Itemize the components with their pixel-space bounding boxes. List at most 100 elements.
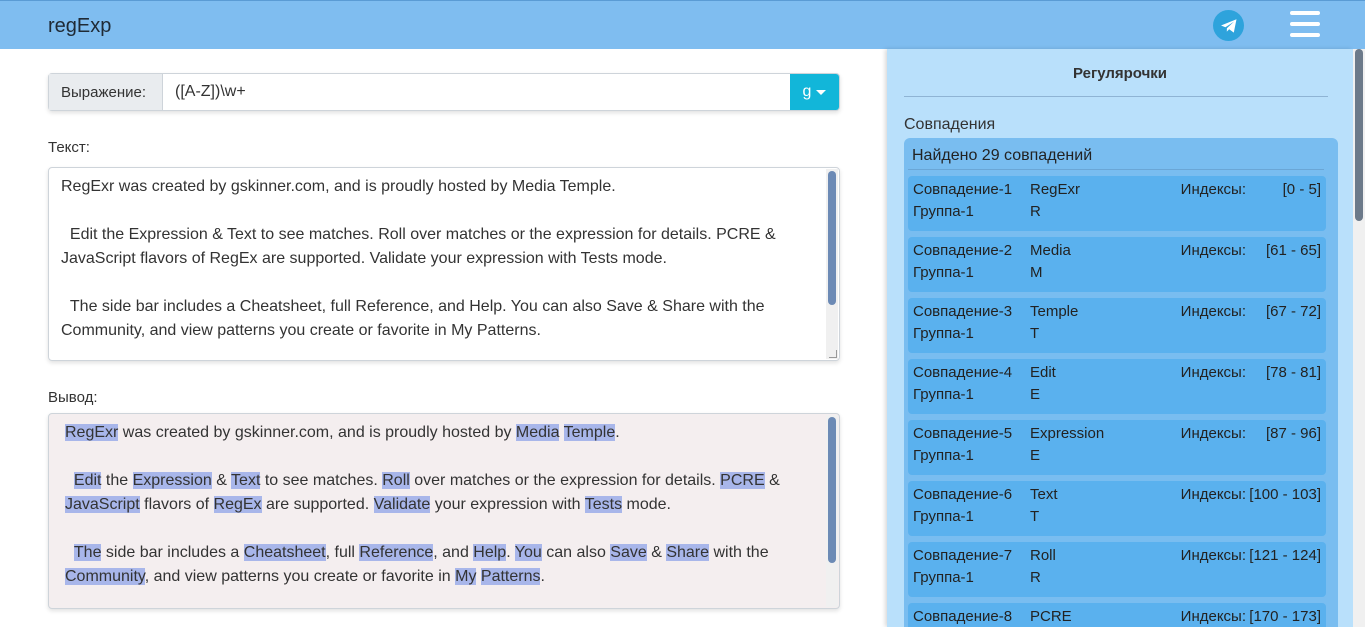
match-group-label: Группа-1 — [913, 203, 974, 220]
match-name: Совпадение-4 — [913, 364, 1013, 381]
telegram-icon[interactable] — [1213, 10, 1244, 41]
match-highlight[interactable]: JavaScript — [65, 496, 140, 513]
expression-input[interactable] — [163, 74, 790, 110]
match-value: Expression — [1030, 425, 1105, 442]
hamburger-menu-icon[interactable] — [1290, 11, 1320, 37]
matches-list[interactable]: Найдено 29 совпадений Совпадение-1 Группа… — [904, 138, 1338, 627]
match-group-label: Группа-1 — [913, 508, 974, 525]
match-highlight[interactable]: Media — [515, 424, 560, 441]
match-highlight[interactable]: Tests — [584, 496, 623, 513]
text-input-area[interactable]: RegExr was created by gskinner.com, and … — [48, 167, 840, 361]
match-index-label: Индексы: — [1180, 608, 1246, 625]
match-name: Совпадение-5 — [913, 425, 1013, 442]
match-index-range: [78 - 81] — [1265, 364, 1321, 381]
match-highlight[interactable]: Expression — [132, 472, 212, 489]
match-group-value: R — [1030, 203, 1041, 220]
flags-dropdown-button[interactable]: g — [790, 74, 839, 110]
match-highlight[interactable]: My — [455, 568, 477, 585]
match-highlight[interactable]: Roll — [382, 472, 410, 489]
telegram-plane-glyph — [1220, 18, 1236, 33]
match-value: PCRE — [1030, 608, 1072, 625]
match-highlight[interactable]: Save — [610, 544, 647, 561]
match-index-label: Индексы: — [1180, 303, 1246, 320]
match-highlight[interactable]: Temple — [563, 424, 616, 441]
expression-label: Выражение: — [49, 74, 163, 110]
match-group-value: E — [1030, 447, 1041, 464]
match-highlight[interactable]: PCRE — [720, 472, 765, 489]
match-value: Edit — [1030, 364, 1056, 381]
text-scrollbar[interactable] — [826, 169, 838, 359]
text-paragraph-3: The side bar includes a Cheatsheet, full… — [61, 298, 769, 339]
match-highlight[interactable]: Edit — [73, 472, 102, 489]
match-highlight[interactable]: Patterns — [480, 568, 541, 585]
text-label: Текст: — [48, 139, 90, 156]
match-name: Совпадение-2 — [913, 242, 1013, 259]
match-card[interactable]: Совпадение-4 Группа-1 Edit E Индексы: [78 - 8… — [908, 359, 1326, 414]
match-value: Text — [1030, 486, 1058, 503]
match-index-label: Индексы: — [1180, 486, 1246, 503]
match-name: Совпадение-3 — [913, 303, 1013, 320]
match-group-value: R — [1030, 569, 1041, 586]
match-index-label: Индексы: — [1180, 242, 1246, 259]
match-card[interactable]: Совпадение-5 Группа-1 Expression E Индексы: [… — [908, 420, 1326, 475]
match-highlight[interactable]: Community — [65, 568, 145, 585]
navbar: regExp — [0, 0, 1365, 49]
match-highlight[interactable]: Reference — [359, 544, 434, 561]
match-card[interactable]: Совпадение-6 Группа-1 Text T Индексы: [100 - … — [908, 481, 1326, 536]
match-highlight[interactable]: You — [514, 544, 542, 561]
match-highlight[interactable]: The — [73, 544, 102, 561]
match-highlight[interactable]: Share — [666, 544, 710, 561]
match-name: Совпадение-6 — [913, 486, 1013, 503]
flags-label: g — [802, 83, 812, 100]
output-paragraph-1: RegExr was created by gskinner.com, and … — [65, 424, 620, 441]
match-card[interactable]: Совпадение-8Группа-1PCREPИндексы:[170 - … — [908, 603, 1326, 627]
output-scrollbar[interactable] — [826, 415, 838, 607]
match-group-label: Группа-1 — [913, 386, 974, 403]
match-highlight[interactable]: RegEx — [213, 496, 262, 513]
match-value: Temple — [1030, 303, 1079, 320]
expression-input-group: Выражение: g — [48, 73, 840, 111]
match-group-label: Группа-1 — [913, 264, 974, 281]
match-index-label: Индексы: — [1180, 425, 1246, 442]
match-card[interactable]: Совпадение-1 Группа-1 RegExr R Индексы: [0 - … — [908, 176, 1326, 231]
page-scrollbar[interactable] — [1353, 49, 1365, 627]
match-highlight[interactable]: Validate — [373, 496, 431, 513]
match-value: Roll — [1030, 547, 1056, 564]
output-paragraph-2: Edit the Expression & Text to see matche… — [65, 472, 785, 513]
match-name: Совпадение-1 — [913, 181, 1013, 198]
match-index-label: Индексы: — [1180, 547, 1246, 564]
sidebar-title: Регулярочки — [1072, 65, 1168, 82]
app-title[interactable]: regExp — [48, 15, 111, 38]
match-group-value: T — [1030, 325, 1040, 342]
match-highlight[interactable]: Text — [231, 472, 261, 489]
match-card[interactable]: Совпадение-3 Группа-1 Temple T Индексы: [67 -… — [908, 298, 1326, 353]
match-highlight[interactable]: Cheatsheet — [243, 544, 326, 561]
match-index-range: [87 - 96] — [1265, 425, 1321, 442]
match-index-range: [121 - 124] — [1249, 547, 1321, 564]
match-name: Совпадение-8 — [913, 608, 1013, 625]
match-index-range: [67 - 72] — [1265, 303, 1321, 320]
resize-handle[interactable] — [829, 350, 837, 358]
match-group-label: Группа-1 — [913, 569, 974, 586]
match-index-range: [61 - 65] — [1265, 242, 1321, 259]
found-count: Найдено 29 совпадений — [908, 147, 1324, 170]
match-group-value: M — [1030, 264, 1043, 281]
match-card[interactable]: Совпадение-7 Группа-1 Roll R Индексы: [121 - … — [908, 542, 1326, 597]
match-card[interactable]: Совпадение-2 Группа-1 Media M Индексы: [61 - … — [908, 237, 1326, 292]
match-index-range: [100 - 103] — [1249, 486, 1321, 503]
text-paragraph-2: Edit the Expression & Text to see matche… — [61, 226, 781, 267]
match-index-range: [170 - 173] — [1249, 608, 1321, 625]
match-index-range: [0 - 5] — [1282, 181, 1321, 198]
match-group-label: Группа-1 — [913, 325, 974, 342]
output-area: RegExr was created by gskinner.com, and … — [48, 413, 840, 609]
match-name: Совпадение-7 — [913, 547, 1013, 564]
match-group-value: E — [1030, 386, 1041, 403]
match-group-value: T — [1030, 508, 1040, 525]
text-paragraph-1: RegExr was created by gskinner.com, and … — [61, 178, 616, 195]
match-value: Media — [1030, 242, 1071, 259]
match-index-label: Индексы: — [1180, 181, 1246, 198]
match-highlight[interactable]: RegExr — [65, 424, 119, 441]
matches-heading: Совпадения — [904, 116, 996, 133]
match-highlight[interactable]: Help — [473, 544, 507, 561]
output-paragraph-3: The side bar includes a Cheatsheet, full… — [65, 544, 774, 585]
